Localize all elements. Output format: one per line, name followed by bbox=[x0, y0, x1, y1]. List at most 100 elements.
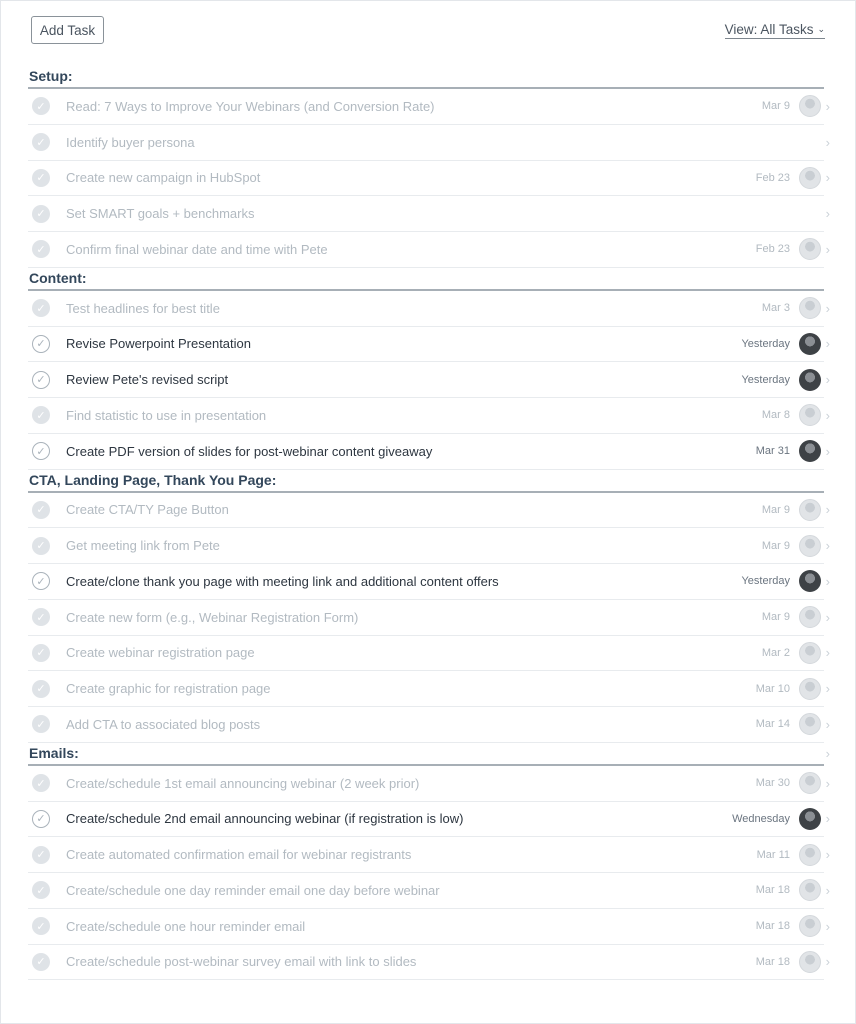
assignee-avatar[interactable] bbox=[799, 713, 821, 736]
chevron-right-icon[interactable]: › bbox=[826, 717, 830, 732]
chevron-right-icon[interactable]: › bbox=[826, 610, 830, 625]
task-name[interactable]: Create/clone thank you page with meeting… bbox=[66, 574, 499, 589]
chevron-right-icon[interactable]: › bbox=[826, 681, 830, 696]
task-row[interactable]: ✓ Review Pete's revised script Yesterday › bbox=[28, 362, 830, 398]
task-name[interactable]: Review Pete's revised script bbox=[66, 372, 228, 387]
task-complete-checkbox[interactable]: ✓ bbox=[32, 204, 50, 223]
assignee-avatar[interactable] bbox=[799, 950, 821, 973]
assignee-avatar[interactable] bbox=[799, 498, 821, 521]
task-row[interactable]: ✓ Find statistic to use in presentation Ma… bbox=[28, 398, 830, 434]
task-complete-checkbox[interactable]: ✓ bbox=[32, 299, 50, 318]
chevron-right-icon[interactable]: › bbox=[826, 776, 830, 791]
task-name[interactable]: Create automated confirmation email for … bbox=[66, 847, 411, 862]
assignee-avatar[interactable] bbox=[799, 606, 821, 629]
task-complete-checkbox[interactable]: ✓ bbox=[32, 168, 50, 187]
task-name[interactable]: Create new campaign in HubSpot bbox=[66, 170, 260, 185]
task-name[interactable]: Create PDF version of slides for post-we… bbox=[66, 444, 432, 459]
task-name[interactable]: Confirm final webinar date and time with… bbox=[66, 242, 328, 257]
assignee-avatar[interactable] bbox=[799, 843, 821, 866]
task-row[interactable]: ✓ Create CTA/TY Page Button Mar 9 › bbox=[28, 493, 830, 529]
task-complete-checkbox[interactable]: ✓ bbox=[32, 406, 50, 425]
assignee-avatar[interactable] bbox=[799, 641, 821, 664]
task-complete-checkbox[interactable]: ✓ bbox=[32, 572, 50, 591]
task-name[interactable]: Create/schedule one hour reminder email bbox=[66, 919, 305, 934]
chevron-right-icon[interactable]: › bbox=[826, 883, 830, 898]
task-row[interactable]: ✓ Add CTA to associated blog posts Mar 14 › bbox=[28, 707, 830, 743]
chevron-right-icon[interactable]: › bbox=[826, 538, 830, 553]
task-row[interactable]: ✓ Test headlines for best title Mar 3 › bbox=[28, 291, 830, 327]
chevron-right-icon[interactable]: › bbox=[826, 502, 830, 517]
task-name[interactable]: Identify buyer persona bbox=[66, 135, 195, 150]
task-row[interactable]: ✓ Create/schedule one day reminder email … bbox=[28, 873, 830, 909]
chevron-right-icon[interactable]: › bbox=[826, 301, 830, 316]
assignee-avatar[interactable] bbox=[799, 238, 821, 261]
task-name[interactable]: Find statistic to use in presentation bbox=[66, 408, 266, 423]
task-complete-checkbox[interactable]: ✓ bbox=[32, 679, 50, 698]
task-name[interactable]: Test headlines for best title bbox=[66, 301, 220, 316]
add-task-button[interactable]: Add Task bbox=[31, 16, 104, 44]
chevron-right-icon[interactable]: › bbox=[826, 99, 830, 114]
task-row[interactable]: ✓ Create graphic for registration page Mar… bbox=[28, 671, 830, 707]
assignee-avatar[interactable] bbox=[799, 879, 821, 902]
chevron-right-icon[interactable]: › bbox=[826, 847, 830, 862]
task-row[interactable]: ✓ Create/schedule 2nd email announcing we… bbox=[28, 802, 830, 838]
assignee-avatar[interactable] bbox=[799, 440, 821, 463]
chevron-right-icon[interactable]: › bbox=[826, 135, 830, 150]
task-name[interactable]: Create webinar registration page bbox=[66, 645, 255, 660]
task-name[interactable]: Revise Powerpoint Presentation bbox=[66, 336, 251, 351]
task-row[interactable]: ✓ Create PDF version of slides for post-w… bbox=[28, 434, 830, 470]
chevron-right-icon[interactable]: › bbox=[826, 919, 830, 934]
task-complete-checkbox[interactable]: ✓ bbox=[32, 97, 50, 116]
chevron-right-icon[interactable]: › bbox=[826, 372, 830, 387]
assignee-avatar[interactable] bbox=[799, 404, 821, 427]
task-complete-checkbox[interactable]: ✓ bbox=[32, 536, 50, 555]
chevron-right-icon[interactable]: › bbox=[826, 746, 830, 761]
assignee-avatar[interactable] bbox=[799, 534, 821, 557]
task-row[interactable]: ✓ Create new campaign in HubSpot Feb 23 › bbox=[28, 161, 830, 197]
chevron-right-icon[interactable]: › bbox=[826, 645, 830, 660]
task-complete-checkbox[interactable]: ✓ bbox=[32, 917, 50, 936]
task-name[interactable]: Read: 7 Ways to Improve Your Webinars (a… bbox=[66, 99, 435, 114]
task-row[interactable]: ✓ Confirm final webinar date and time wit… bbox=[28, 232, 830, 268]
chevron-right-icon[interactable]: › bbox=[826, 444, 830, 459]
task-complete-checkbox[interactable]: ✓ bbox=[32, 952, 50, 971]
task-complete-checkbox[interactable]: ✓ bbox=[32, 845, 50, 864]
task-complete-checkbox[interactable]: ✓ bbox=[32, 643, 50, 662]
task-row[interactable]: ✓ Create new form (e.g., Webinar Registra… bbox=[28, 600, 830, 636]
task-row[interactable]: ✓ Create/schedule 1st email announcing we… bbox=[28, 766, 830, 802]
task-complete-checkbox[interactable]: ✓ bbox=[32, 715, 50, 734]
task-name[interactable]: Get meeting link from Pete bbox=[66, 538, 220, 553]
task-complete-checkbox[interactable]: ✓ bbox=[32, 774, 50, 793]
task-complete-checkbox[interactable]: ✓ bbox=[32, 334, 50, 353]
task-complete-checkbox[interactable]: ✓ bbox=[32, 608, 50, 627]
task-name[interactable]: Create new form (e.g., Webinar Registrat… bbox=[66, 610, 358, 625]
task-name[interactable]: Create CTA/TY Page Button bbox=[66, 502, 229, 517]
task-row[interactable]: ✓ Create/schedule post-webinar survey ema… bbox=[28, 945, 830, 981]
task-row[interactable]: ✓ Read: 7 Ways to Improve Your Webinars (… bbox=[28, 89, 830, 125]
task-row[interactable]: ✓ Revise Powerpoint Presentation Yesterday… bbox=[28, 327, 830, 363]
task-row[interactable]: ✓ Get meeting link from Pete Mar 9 › bbox=[28, 528, 830, 564]
task-complete-checkbox[interactable]: ✓ bbox=[32, 133, 50, 152]
task-row[interactable]: ✓ Create/schedule one hour reminder email… bbox=[28, 909, 830, 945]
chevron-right-icon[interactable]: › bbox=[826, 954, 830, 969]
task-row[interactable]: ✓ Create webinar registration page Mar 2 › bbox=[28, 636, 830, 672]
task-complete-checkbox[interactable]: ✓ bbox=[32, 240, 50, 259]
assignee-avatar[interactable] bbox=[799, 166, 821, 189]
task-name[interactable]: Create/schedule post-webinar survey emai… bbox=[66, 954, 416, 969]
task-complete-checkbox[interactable]: ✓ bbox=[32, 370, 50, 389]
assignee-avatar[interactable] bbox=[799, 677, 821, 700]
task-name[interactable]: Set SMART goals + benchmarks bbox=[66, 206, 254, 221]
task-complete-checkbox[interactable]: ✓ bbox=[32, 809, 50, 828]
task-name[interactable]: Create/schedule one day reminder email o… bbox=[66, 883, 440, 898]
task-name[interactable]: Add CTA to associated blog posts bbox=[66, 717, 260, 732]
assignee-avatar[interactable] bbox=[799, 570, 821, 593]
chevron-right-icon[interactable]: › bbox=[826, 811, 830, 826]
task-row[interactable]: ✓ Set SMART goals + benchmarks › bbox=[28, 196, 830, 232]
assignee-avatar[interactable] bbox=[799, 772, 821, 795]
chevron-right-icon[interactable]: › bbox=[826, 170, 830, 185]
assignee-avatar[interactable] bbox=[799, 95, 821, 118]
chevron-right-icon[interactable]: › bbox=[826, 574, 830, 589]
task-row[interactable]: ✓ Create/clone thank you page with meetin… bbox=[28, 564, 830, 600]
assignee-avatar[interactable] bbox=[799, 332, 821, 355]
chevron-right-icon[interactable]: › bbox=[826, 242, 830, 257]
